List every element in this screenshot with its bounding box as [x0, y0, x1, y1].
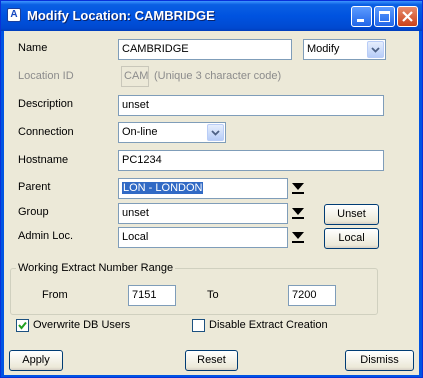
maximize-icon: [379, 11, 390, 22]
parent-field-selected-text: LON - LONDON: [122, 182, 204, 194]
group-dropdown-icon[interactable]: [291, 206, 305, 220]
description-field[interactable]: unset: [118, 95, 384, 116]
chevron-down-icon[interactable]: [207, 124, 224, 141]
name-label: Name: [18, 42, 48, 54]
mode-select[interactable]: Modify: [303, 39, 386, 60]
parent-label: Parent: [18, 181, 51, 193]
modify-location-dialog: A Modify Location: CAMBRIDGE Name CAMBRI…: [0, 0, 423, 378]
disable-extract-checkbox[interactable]: [192, 319, 205, 332]
parent-dropdown-icon[interactable]: [291, 181, 305, 195]
unset-group-button[interactable]: Unset: [324, 204, 379, 225]
minimize-icon: [357, 19, 364, 22]
location-id-label: Location ID: [18, 70, 74, 82]
chevron-down-icon[interactable]: [367, 41, 384, 58]
location-id-hint: (Unique 3 character code): [154, 70, 282, 82]
location-id-field: CAM: [121, 66, 149, 87]
group-field[interactable]: unset: [118, 203, 288, 224]
from-label: From: [42, 289, 68, 301]
local-admin-button[interactable]: Local: [324, 228, 379, 249]
name-field[interactable]: CAMBRIDGE: [118, 39, 292, 60]
apply-button[interactable]: Apply: [9, 350, 63, 371]
hostname-label: Hostname: [18, 154, 69, 166]
dismiss-button[interactable]: Dismiss: [345, 350, 414, 371]
group-label: Group: [18, 206, 49, 218]
minimize-button[interactable]: [351, 6, 372, 27]
connection-label: Connection: [18, 126, 74, 138]
close-icon: [402, 11, 413, 22]
window-title: Modify Location: CAMBRIDGE: [27, 8, 215, 23]
connection-select[interactable]: On-line: [118, 122, 226, 143]
app-icon: A: [7, 8, 21, 22]
admin-loc-field[interactable]: Local: [118, 227, 288, 248]
maximize-button[interactable]: [374, 6, 395, 27]
overwrite-db-users-checkbox[interactable]: [16, 319, 29, 332]
reset-button[interactable]: Reset: [185, 350, 238, 371]
admin-loc-dropdown-icon[interactable]: [291, 230, 305, 244]
check-icon: [18, 321, 27, 330]
admin-loc-label: Admin Loc.: [18, 230, 74, 242]
parent-field[interactable]: LON - LONDON: [118, 178, 288, 199]
to-field[interactable]: 7200: [288, 285, 336, 306]
dialog-body: Name CAMBRIDGE Modify Location ID CAM (U…: [4, 31, 419, 375]
extract-range-title: Working Extract Number Range: [16, 262, 176, 274]
overwrite-db-users-label[interactable]: Overwrite DB Users: [33, 319, 130, 331]
hostname-field[interactable]: PC1234: [118, 150, 384, 171]
disable-extract-label[interactable]: Disable Extract Creation: [209, 319, 328, 331]
description-label: Description: [18, 98, 74, 110]
title-bar[interactable]: A Modify Location: CAMBRIDGE: [1, 1, 422, 31]
connection-select-value: On-line: [122, 126, 158, 138]
to-label: To: [207, 289, 219, 301]
close-button[interactable]: [397, 6, 418, 27]
mode-select-value: Modify: [307, 43, 340, 55]
from-field[interactable]: 7151: [128, 285, 176, 306]
